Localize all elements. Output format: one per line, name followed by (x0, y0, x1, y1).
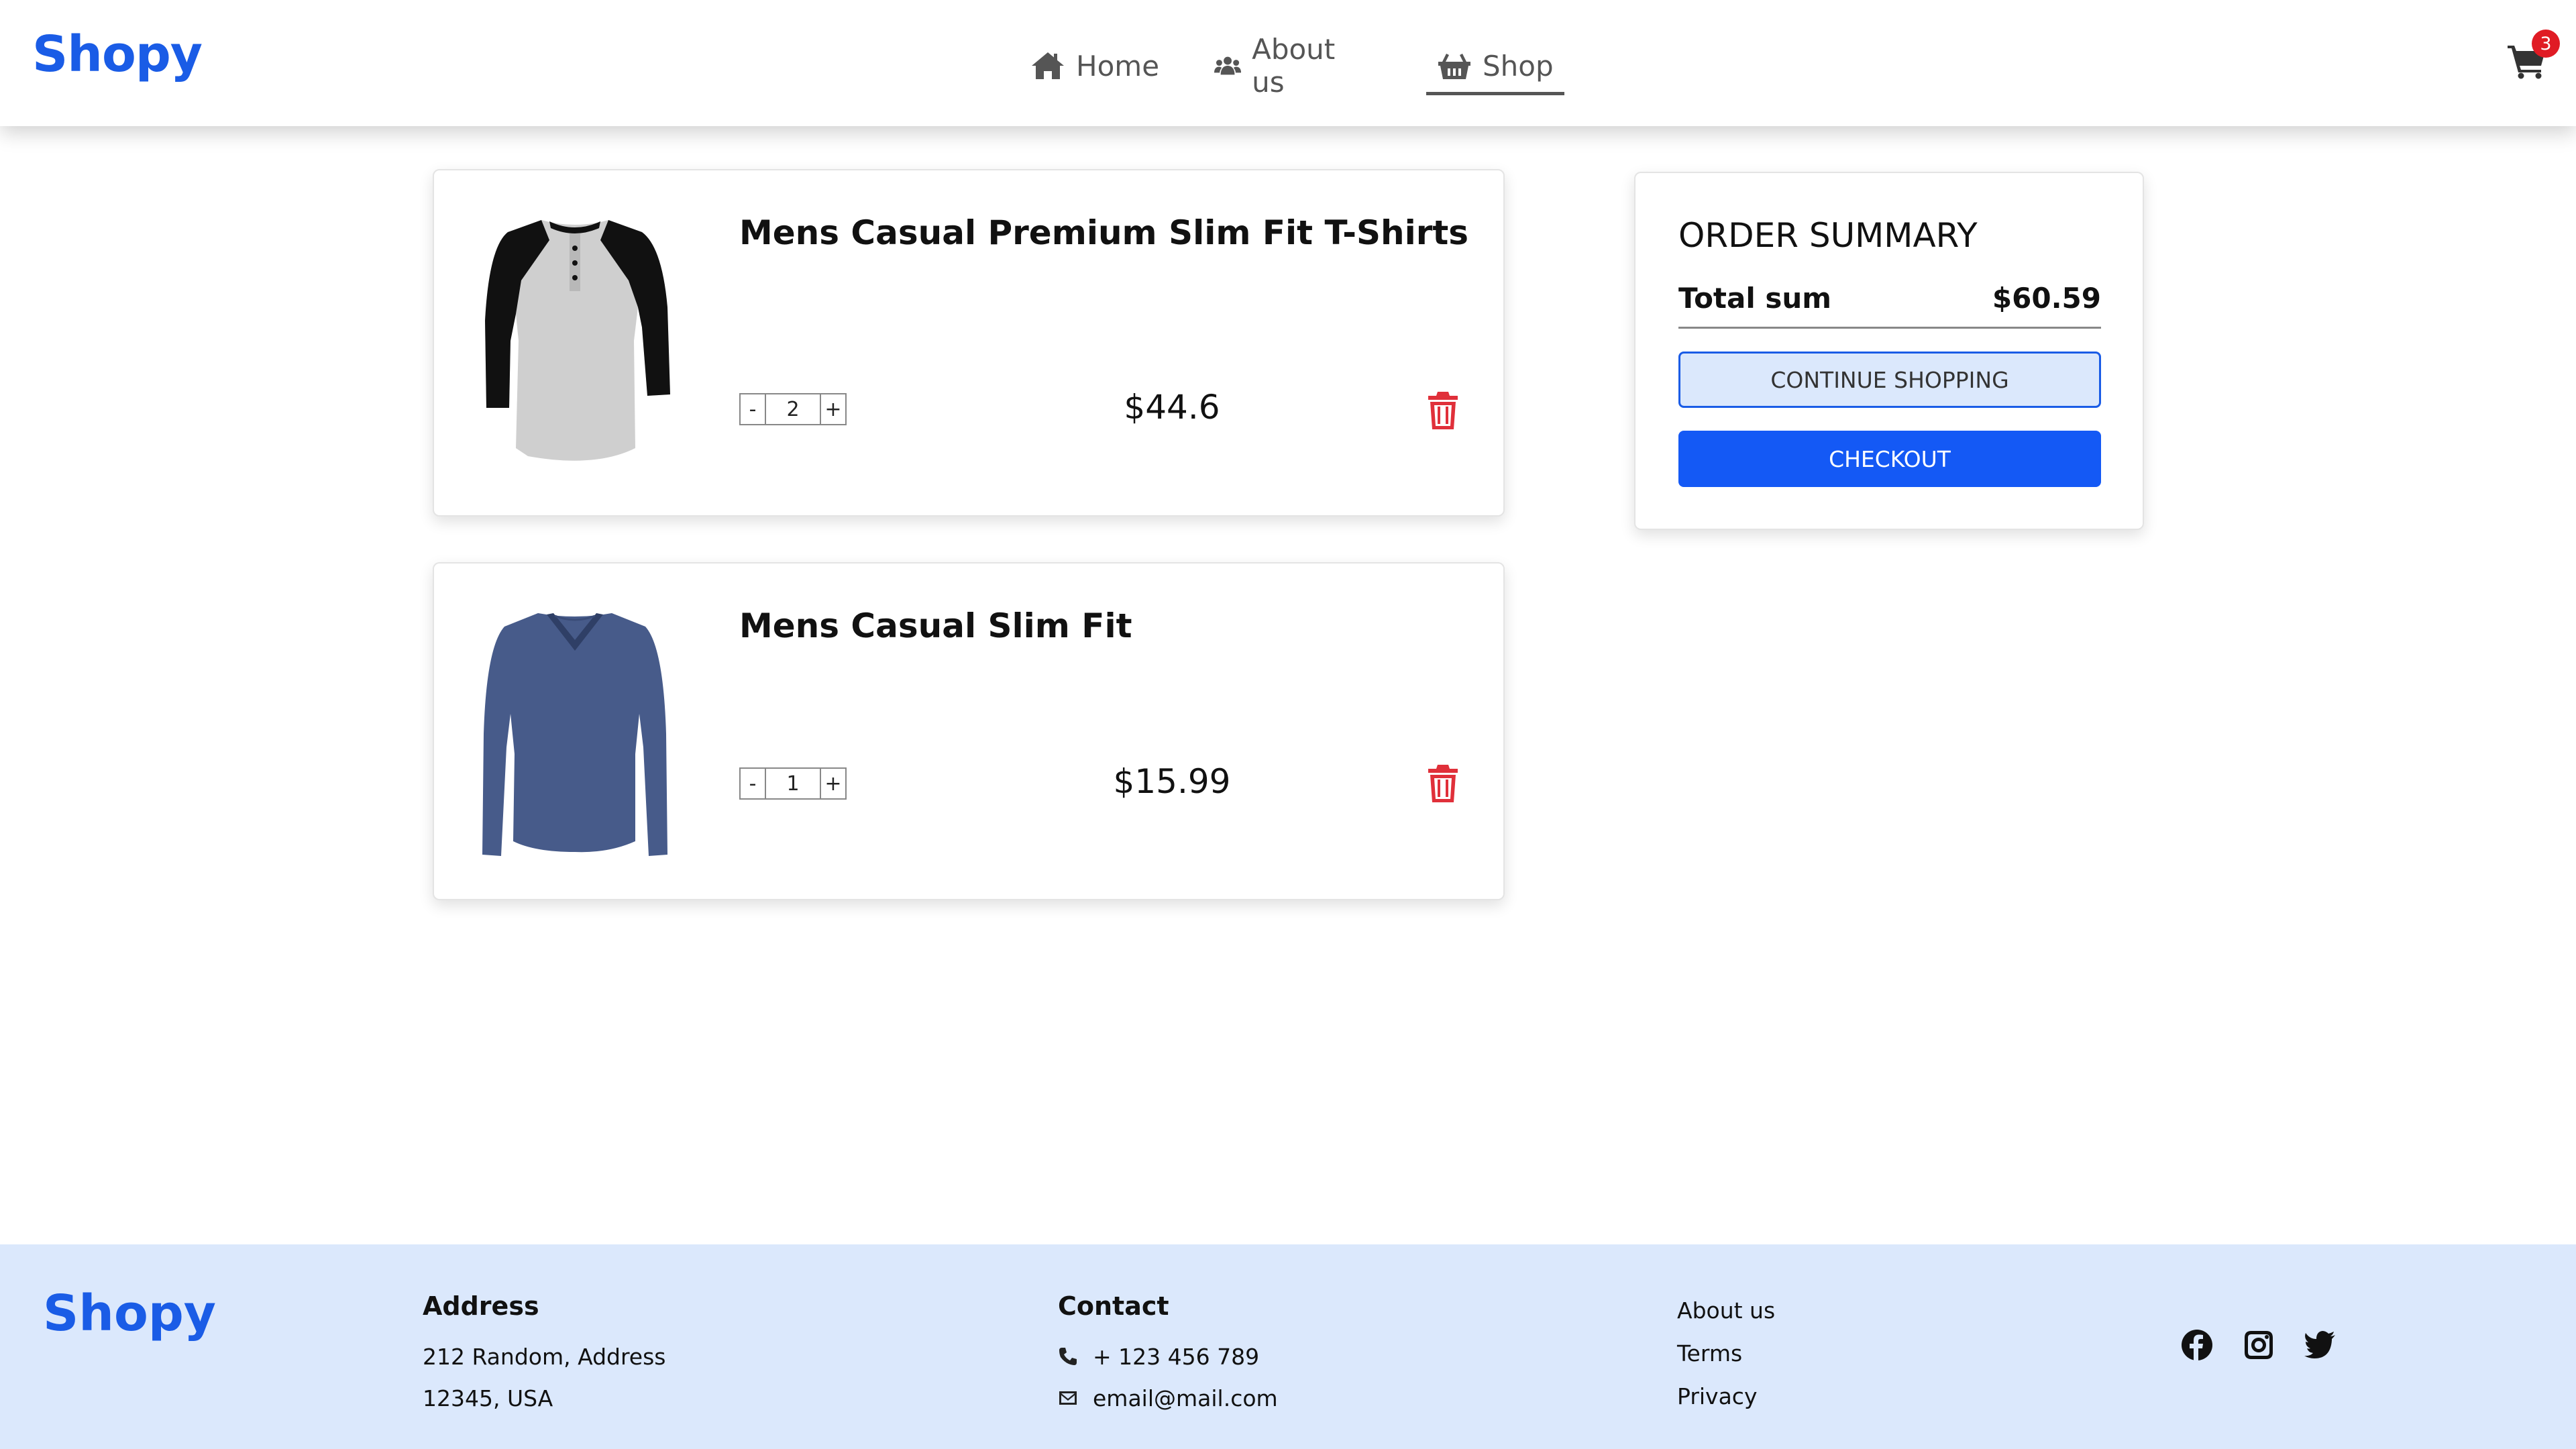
checkout-button[interactable]: CHECKOUT (1678, 431, 2101, 487)
increase-quantity-button[interactable]: + (820, 393, 847, 425)
instagram-link[interactable] (2242, 1328, 2275, 1362)
home-icon (1032, 52, 1064, 79)
footer-address: Address 212 Random, Address 12345, USA (423, 1291, 666, 1419)
quantity-value[interactable]: 2 (766, 393, 820, 425)
continue-shopping-button[interactable]: CONTINUE SHOPPING (1678, 352, 2101, 408)
increase-quantity-button[interactable]: + (820, 767, 847, 800)
nav-about-label: About us (1252, 33, 1336, 99)
nav-shop-label: Shop (1483, 49, 1554, 83)
twitter-link[interactable] (2304, 1328, 2337, 1362)
address-line-1: 212 Random, Address (423, 1343, 666, 1370)
facebook-icon (2182, 1330, 2212, 1360)
quantity-value[interactable]: 1 (766, 767, 820, 800)
order-summary-title: ORDER SUMMARY (1678, 216, 1978, 255)
footer-link-about-us[interactable]: About us (1677, 1289, 1775, 1332)
total-sum-value: $60.59 (1992, 282, 2101, 315)
top-navbar: Shopy Home About us Shop 3 (0, 0, 2576, 126)
cart-count-badge: 3 (2532, 30, 2560, 58)
instagram-icon (2245, 1331, 2273, 1359)
item-price: $44.6 (1124, 388, 1220, 427)
quantity-stepper: - 2 + (739, 393, 847, 425)
remove-item-button[interactable] (1427, 765, 1459, 802)
basket-icon (1438, 54, 1470, 79)
cart-item: Mens Casual Slim Fit - 1 + $15.99 (433, 562, 1505, 900)
facebook-link[interactable] (2180, 1328, 2214, 1362)
product-title[interactable]: Mens Casual Slim Fit (739, 606, 1132, 645)
phone-number: + 123 456 789 (1093, 1343, 1260, 1370)
contact-heading: Contact (1058, 1291, 1169, 1321)
footer-links: About us Terms Privacy (1677, 1289, 1775, 1417)
footer-logo[interactable]: Shopy (43, 1285, 216, 1342)
address-line-2: 12345, USA (423, 1385, 553, 1411)
trash-icon (1428, 392, 1458, 429)
product-image-raglan-tshirt (485, 220, 670, 461)
email-address: email@mail.com (1093, 1385, 1278, 1411)
phone-icon (1059, 1348, 1077, 1365)
mail-icon (1059, 1391, 1077, 1405)
decrease-quantity-button[interactable]: - (739, 767, 766, 800)
order-summary-panel: ORDER SUMMARY Total sum $60.59 CONTINUE … (1634, 172, 2144, 530)
decrease-quantity-button[interactable]: - (739, 393, 766, 425)
nav-about-us[interactable]: About us (1214, 33, 1344, 99)
cart-item: Mens Casual Premium Slim Fit T-Shirts - … (433, 169, 1505, 517)
footer-link-privacy[interactable]: Privacy (1677, 1375, 1775, 1417)
quantity-stepper: - 1 + (739, 767, 847, 800)
footer-link-terms[interactable]: Terms (1677, 1332, 1775, 1375)
trash-icon (1428, 765, 1458, 802)
total-sum-label: Total sum (1678, 282, 1832, 315)
users-icon (1214, 56, 1242, 75)
remove-item-button[interactable] (1427, 392, 1459, 429)
product-title[interactable]: Mens Casual Premium Slim Fit T-Shirts (739, 213, 1468, 252)
product-image-longsleeve-shirt (482, 613, 667, 856)
nav-shop[interactable]: Shop (1426, 38, 1564, 95)
brand-logo[interactable]: Shopy (32, 25, 203, 83)
total-sum-row: Total sum $60.59 (1678, 282, 2101, 329)
address-heading: Address (423, 1291, 539, 1321)
email-row[interactable]: email@mail.com (1058, 1377, 1278, 1419)
phone-row[interactable]: + 123 456 789 (1058, 1336, 1278, 1377)
footer-contact: Contact + 123 456 789 email@mail.com (1058, 1291, 1278, 1419)
nav-home[interactable]: Home (1030, 38, 1159, 94)
item-price: $15.99 (1113, 762, 1231, 801)
twitter-icon (2304, 1331, 2335, 1358)
nav-home-label: Home (1076, 49, 1160, 83)
